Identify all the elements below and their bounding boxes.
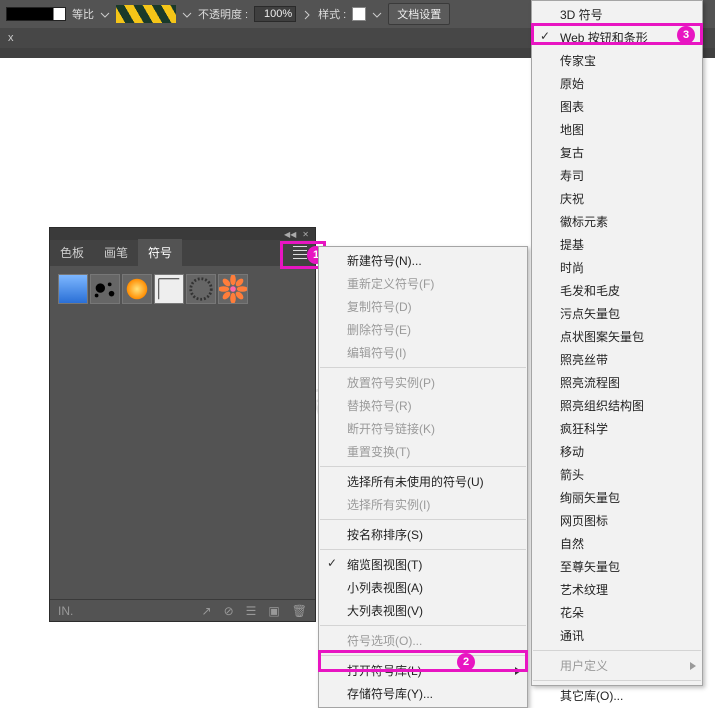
- menu-separator: [533, 680, 701, 681]
- symbol-menu-item: 选择所有实例(I): [319, 493, 527, 516]
- symbol-grid: [50, 266, 315, 599]
- opacity-label: 不透明度 :: [198, 6, 248, 22]
- library-menu-item[interactable]: 照亮组织结构图: [532, 394, 702, 417]
- place-symbol-icon[interactable]: ↗: [202, 604, 212, 618]
- symbol-menu-item[interactable]: 按名称排序(S): [319, 523, 527, 546]
- chevron-down-icon[interactable]: [372, 9, 382, 19]
- library-menu-item[interactable]: 原始: [532, 72, 702, 95]
- menu-separator: [320, 466, 526, 467]
- library-menu-item[interactable]: 移动: [532, 440, 702, 463]
- library-menu-item[interactable]: 徽标元素: [532, 210, 702, 233]
- check-icon: ✓: [327, 556, 337, 570]
- break-link-icon[interactable]: ⊘: [224, 604, 234, 618]
- library-menu-item[interactable]: 3D 符号: [532, 3, 702, 26]
- menu-separator: [320, 655, 526, 656]
- library-menu-item[interactable]: 寿司: [532, 164, 702, 187]
- symbol-menu-item: 符号选项(O)...: [319, 629, 527, 652]
- brush-pattern-preview[interactable]: [116, 5, 176, 23]
- library-menu-item[interactable]: 其它库(O)...: [532, 684, 702, 707]
- symbol-menu-item: 断开符号链接(K): [319, 417, 527, 440]
- library-menu-item[interactable]: 污点矢量包: [532, 302, 702, 325]
- library-menu-item[interactable]: 疯狂科学: [532, 417, 702, 440]
- submenu-arrow-icon: [690, 659, 696, 673]
- symbol-menu-item[interactable]: 存储符号库(Y)...: [319, 682, 527, 705]
- symbol-menu-item: 重置变换(T): [319, 440, 527, 463]
- panel-footer: IN. ↗ ⊘ ☰ ▣ 🗑: [50, 599, 315, 621]
- library-menu-item[interactable]: 照亮流程图: [532, 371, 702, 394]
- symbol-menu-item: 重新定义符号(F): [319, 272, 527, 295]
- symbol-thumb[interactable]: [58, 274, 88, 304]
- symbol-menu-item[interactable]: 选择所有未使用的符号(U): [319, 470, 527, 493]
- menu-separator: [320, 367, 526, 368]
- symbol-menu-item[interactable]: 大列表视图(V): [319, 599, 527, 622]
- menu-separator: [320, 519, 526, 520]
- stroke-preview[interactable]: [6, 7, 66, 21]
- library-menu-item[interactable]: 绚丽矢量包: [532, 486, 702, 509]
- symbol-thumb[interactable]: [122, 274, 152, 304]
- library-menu-item[interactable]: 艺术纹理: [532, 578, 702, 601]
- library-icon[interactable]: IN.: [58, 604, 73, 618]
- symbol-menu-item: 复制符号(D): [319, 295, 527, 318]
- submenu-arrow-icon: [515, 664, 521, 678]
- style-label: 样式 :: [318, 6, 346, 22]
- opacity-input[interactable]: 100%: [254, 6, 296, 22]
- library-menu-item[interactable]: 庆祝: [532, 187, 702, 210]
- close-tab-icon[interactable]: x: [0, 32, 22, 44]
- symbol-menu-item: 放置符号实例(P): [319, 371, 527, 394]
- library-menu-item[interactable]: 花朵: [532, 601, 702, 624]
- symbol-menu-item: 编辑符号(I): [319, 341, 527, 364]
- symbol-menu-item[interactable]: 新建符号(N)...: [319, 249, 527, 272]
- delete-symbol-icon[interactable]: 🗑: [292, 604, 307, 618]
- library-menu-item: 用户定义: [532, 654, 702, 677]
- tab-symbols[interactable]: 符号: [138, 239, 182, 266]
- symbol-thumb[interactable]: [218, 274, 248, 304]
- library-menu-item[interactable]: 箭头: [532, 463, 702, 486]
- check-icon: ✓: [540, 29, 550, 43]
- symbol-menu-item[interactable]: 打开符号库(L): [319, 659, 527, 682]
- library-menu-item[interactable]: 照亮丝带: [532, 348, 702, 371]
- chevron-right-icon[interactable]: [302, 9, 312, 19]
- new-symbol-icon[interactable]: ▣: [268, 604, 279, 618]
- library-menu-item[interactable]: 毛发和毛皮: [532, 279, 702, 302]
- collapse-icon[interactable]: ◀◀: [284, 230, 296, 239]
- symbol-menu-item[interactable]: 小列表视图(A): [319, 576, 527, 599]
- tab-brushes[interactable]: 画笔: [94, 239, 138, 266]
- menu-separator: [320, 625, 526, 626]
- symbol-options-icon[interactable]: ☰: [246, 604, 257, 618]
- tab-swatches[interactable]: 色板: [50, 239, 94, 266]
- ratio-label: 等比: [72, 6, 94, 22]
- library-menu-item[interactable]: 点状图案矢量包: [532, 325, 702, 348]
- symbol-menu-item: 替换符号(R): [319, 394, 527, 417]
- library-menu-item[interactable]: 至尊矢量包: [532, 555, 702, 578]
- symbol-thumb[interactable]: [154, 274, 184, 304]
- symbol-panel-menu: 新建符号(N)...重新定义符号(F)复制符号(D)删除符号(E)编辑符号(I)…: [318, 246, 528, 708]
- symbol-thumb[interactable]: [186, 274, 216, 304]
- library-menu-item[interactable]: 通讯: [532, 624, 702, 647]
- annotation-badge: 2: [457, 653, 475, 671]
- library-menu-item[interactable]: 提基: [532, 233, 702, 256]
- symbol-library-submenu: 3D 符号Web 按钮和条形✓传家宝原始图表地图复古寿司庆祝徽标元素提基时尚毛发…: [531, 0, 703, 686]
- panel-tabs: 色板 画笔 符号: [50, 240, 315, 266]
- chevron-down-icon[interactable]: [100, 9, 110, 19]
- library-menu-item[interactable]: 复古: [532, 141, 702, 164]
- menu-separator: [320, 549, 526, 550]
- library-menu-item[interactable]: 网页图标: [532, 509, 702, 532]
- library-menu-item[interactable]: 时尚: [532, 256, 702, 279]
- symbol-thumb[interactable]: [90, 274, 120, 304]
- library-menu-item[interactable]: 图表: [532, 95, 702, 118]
- symbols-panel: ◀◀ ✕ 色板 画笔 符号 IN. ↗ ⊘ ☰ ▣ 🗑: [49, 227, 316, 622]
- annotation-badge: 3: [677, 26, 695, 44]
- symbol-menu-item[interactable]: 缩览图视图(T)✓: [319, 553, 527, 576]
- chevron-down-icon[interactable]: [182, 9, 192, 19]
- document-settings-button[interactable]: 文档设置: [388, 3, 450, 25]
- symbol-menu-item: 删除符号(E): [319, 318, 527, 341]
- menu-separator: [533, 650, 701, 651]
- library-menu-item[interactable]: 地图: [532, 118, 702, 141]
- library-menu-item[interactable]: 自然: [532, 532, 702, 555]
- library-menu-item[interactable]: 传家宝: [532, 49, 702, 72]
- style-swatch[interactable]: [352, 7, 366, 21]
- close-panel-icon[interactable]: ✕: [302, 230, 309, 239]
